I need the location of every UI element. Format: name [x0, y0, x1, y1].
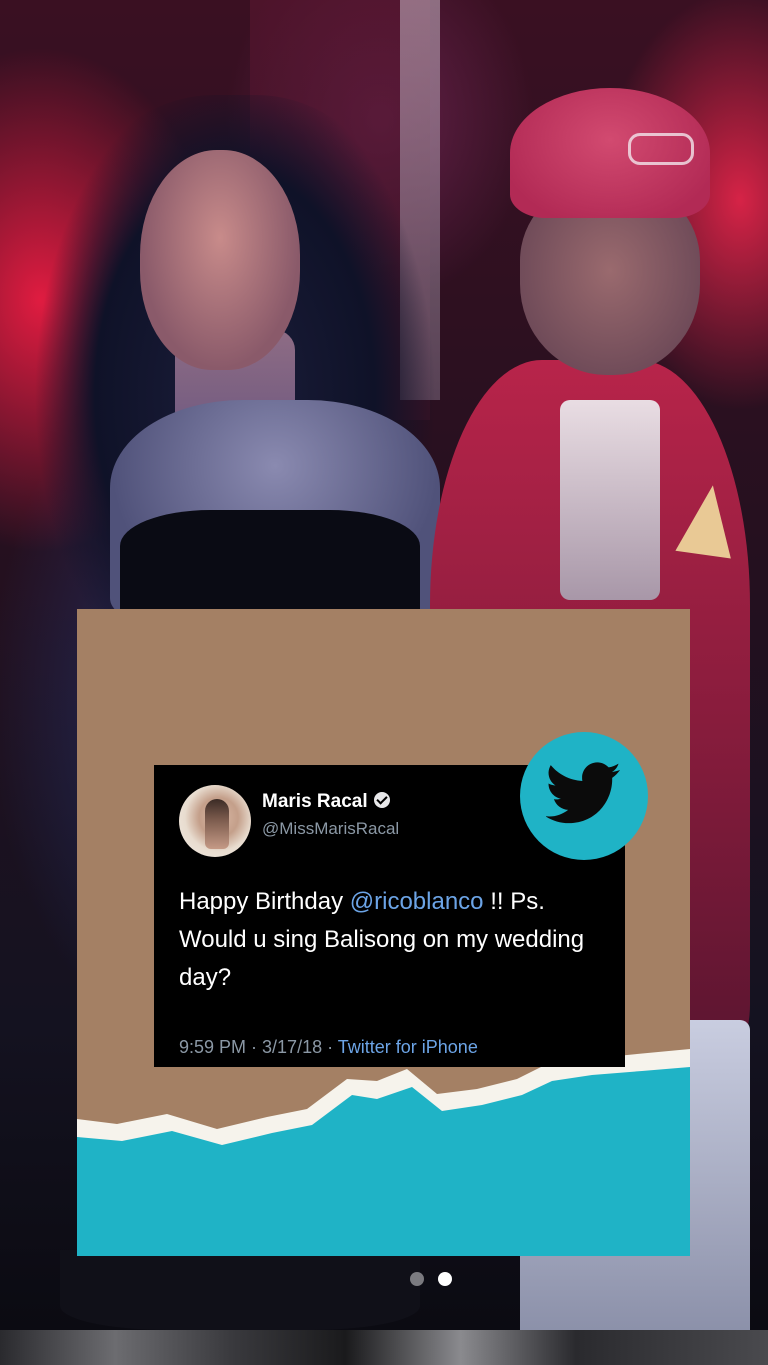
display-name-text: Maris Racal	[262, 791, 368, 812]
timestamp: 9:59 PM · 3/17/18 ·	[179, 1037, 338, 1057]
tweet-text-part1: Happy Birthday	[179, 888, 350, 915]
avatar-figure	[205, 799, 229, 849]
pizza-patch	[675, 481, 741, 559]
user-handle: @MissMarisRacal	[262, 819, 400, 838]
woman-skirt	[60, 1250, 420, 1330]
cap-logo	[628, 133, 694, 165]
twitter-badge	[520, 732, 648, 860]
tweet-text: Happy Birthday @ricoblanco !! Ps. Would …	[179, 883, 609, 997]
bottom-photo-strip	[0, 1330, 768, 1365]
twitter-bird-icon	[546, 762, 621, 824]
pagination-dot-1[interactable]	[410, 1272, 424, 1286]
woman-face	[140, 150, 300, 370]
man-shirt	[560, 400, 660, 600]
avatar	[179, 785, 251, 857]
mention-link: @ricoblanco	[349, 888, 484, 915]
display-name: Maris Racal	[262, 791, 390, 813]
story-viewer: Maris Racal @MissMarisRacal Happy Birthd…	[0, 0, 768, 1365]
verified-badge-icon	[373, 792, 390, 808]
source-link: Twitter for iPhone	[337, 1037, 478, 1057]
tweet-meta: 9:59 PM · 3/17/18 · Twitter for iPhone	[179, 1037, 478, 1058]
pagination-dot-2-active[interactable]	[438, 1272, 452, 1286]
